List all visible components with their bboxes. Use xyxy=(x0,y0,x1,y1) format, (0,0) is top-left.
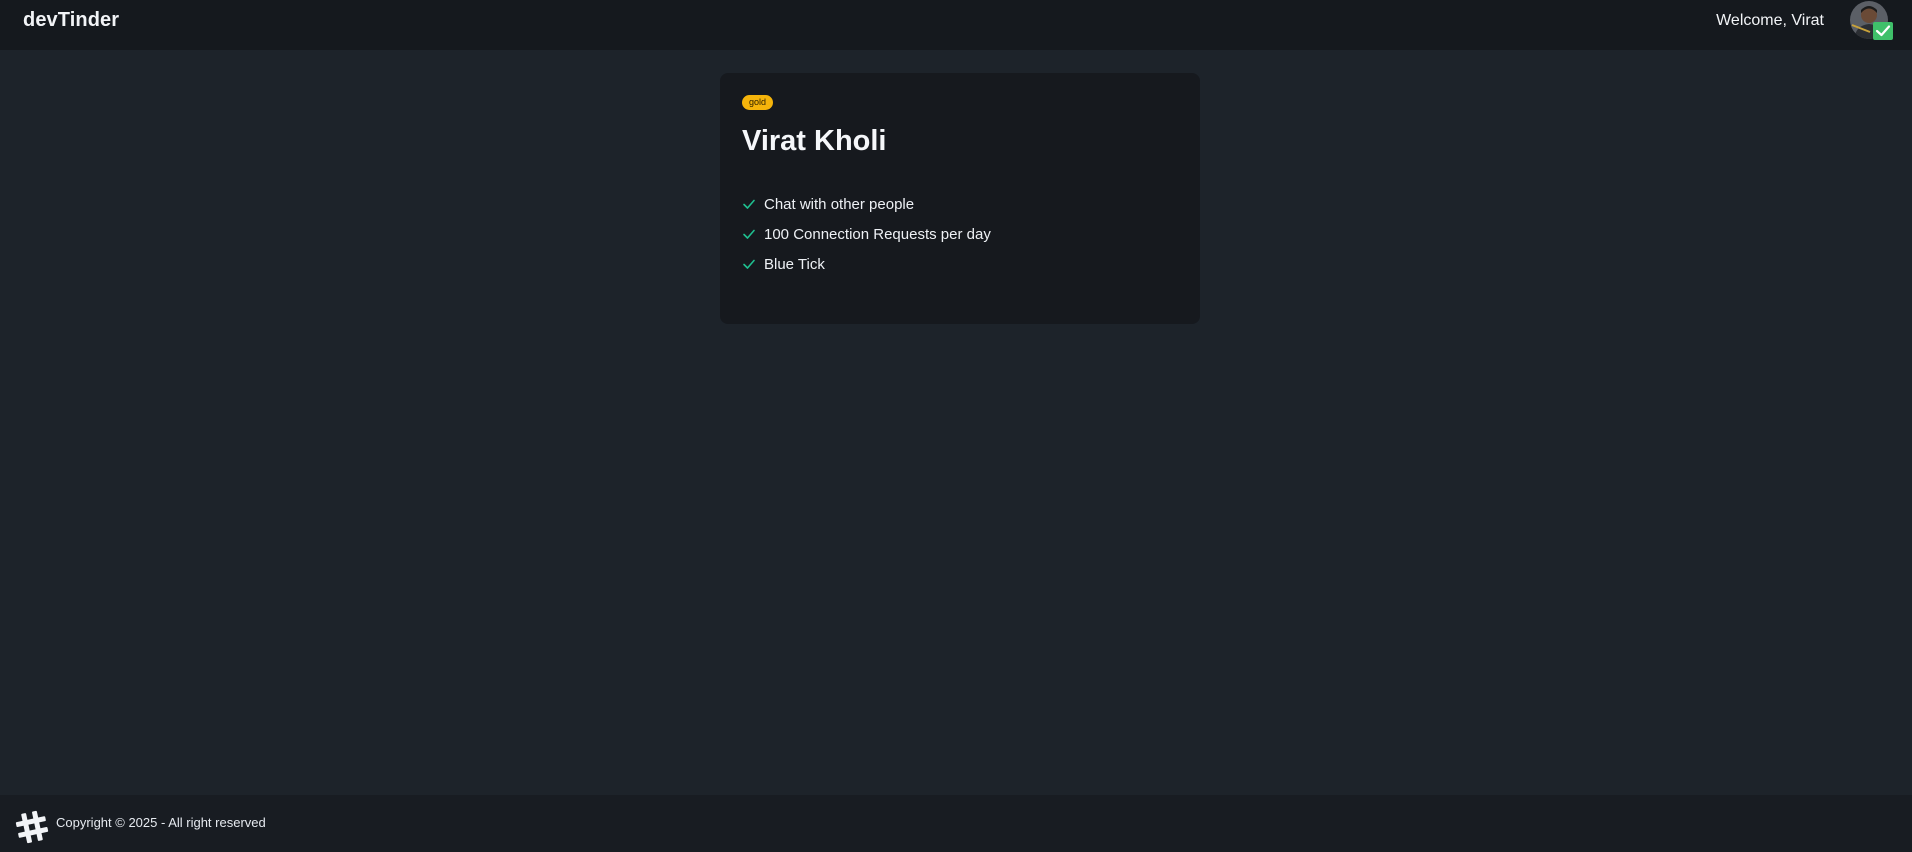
check-icon xyxy=(743,259,755,269)
feature-label: Chat with other people xyxy=(764,195,915,213)
feature-label: Blue Tick xyxy=(764,255,825,273)
feature-item: 100 Connection Requests per day xyxy=(742,219,991,249)
check-icon xyxy=(743,199,755,209)
feature-item: Blue Tick xyxy=(742,249,991,279)
welcome-text: Welcome, Virat xyxy=(1716,12,1824,29)
check-icon xyxy=(743,229,755,239)
footer: Copyright © 2025 - All right reserved xyxy=(0,795,1912,852)
feature-list: Chat with other people 100 Connection Re… xyxy=(742,189,991,279)
navbar: devTinder Welcome, Virat xyxy=(0,0,1912,50)
verified-check-icon xyxy=(1873,22,1893,40)
membership-card: gold Virat Kholi Chat with other people … xyxy=(720,73,1200,324)
brand-logo[interactable]: devTinder xyxy=(23,9,119,32)
plan-badge: gold xyxy=(742,95,774,110)
feature-item: Chat with other people xyxy=(742,189,991,219)
feature-label: 100 Connection Requests per day xyxy=(764,225,991,243)
copyright-text: Copyright © 2025 - All right reserved xyxy=(56,815,266,830)
card-title: Virat Kholi xyxy=(742,125,887,157)
hash-logo-icon xyxy=(15,810,49,844)
user-avatar[interactable] xyxy=(1850,1,1893,40)
